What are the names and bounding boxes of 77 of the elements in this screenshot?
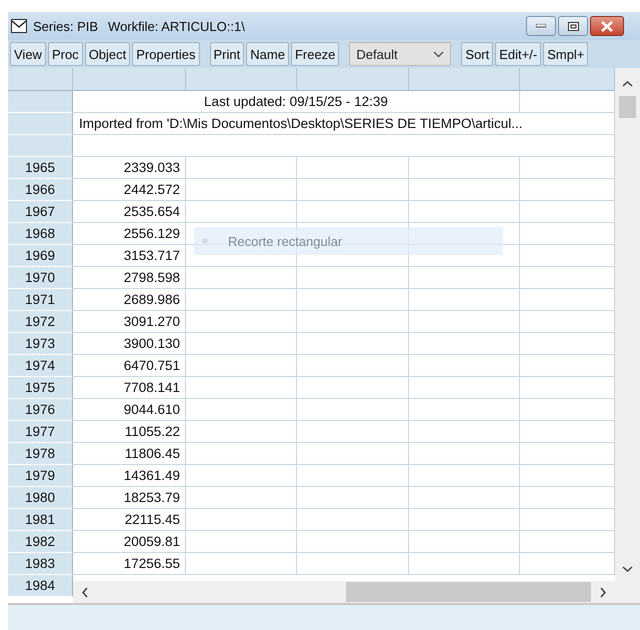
row-header[interactable] — [8, 113, 73, 135]
row-header[interactable]: 1972 — [8, 311, 73, 333]
toolbar-button[interactable]: Proc — [48, 42, 83, 66]
minimize-icon — [536, 24, 546, 28]
row-header[interactable]: 1975 — [8, 377, 73, 399]
scroll-left-icon[interactable] — [81, 586, 89, 598]
maximize-icon — [568, 22, 578, 30]
row-header[interactable]: 1968 — [8, 223, 73, 245]
table-cell: 18253.79 — [73, 487, 186, 509]
table-cell: 3091.270 — [73, 311, 186, 333]
view-dropdown[interactable]: Default — [349, 42, 452, 66]
row-header[interactable]: 1970 — [8, 267, 73, 289]
column-header[interactable] — [73, 68, 186, 91]
table-cell: 2535.654 — [73, 201, 186, 223]
row-header[interactable] — [8, 91, 73, 113]
table-cell: 2442.572 — [73, 179, 186, 201]
toolbar-button[interactable]: View — [10, 42, 46, 66]
row-header[interactable] — [8, 135, 73, 157]
row-header[interactable]: 1976 — [8, 399, 73, 421]
toolbar-button[interactable]: Name — [246, 42, 289, 66]
toolbar-button[interactable]: Sort — [461, 42, 494, 66]
close-icon — [601, 20, 613, 32]
table-cell: 14361.49 — [73, 465, 186, 487]
toolbar-button[interactable]: Object — [84, 42, 130, 66]
column-header[interactable] — [409, 68, 520, 91]
column-header[interactable] — [520, 68, 615, 91]
table-cell: 17256.55 — [73, 553, 186, 575]
row-header[interactable]: 1967 — [8, 201, 73, 223]
source-cell: Imported from 'D:\Mis Documentos\Desktop\SERIES DE TIEMPO\articul... — [73, 113, 615, 135]
table-cell: 2689.986 — [73, 289, 186, 311]
table-cell: 2339.033 — [73, 157, 186, 179]
table-cell: 2798.598 — [73, 267, 186, 289]
table-cell: 6470.751 — [73, 355, 186, 377]
table-cell: 3153.717 — [73, 245, 186, 267]
table-cell: 7708.141 — [73, 377, 186, 399]
table-cell: 11806.45 — [73, 443, 186, 465]
row-header[interactable]: 1984 — [8, 575, 73, 597]
close-button[interactable] — [590, 16, 624, 36]
row-header[interactable]: 1979 — [8, 465, 73, 487]
table-cell: 22115.45 — [73, 509, 186, 531]
row-header[interactable]: 1973 — [8, 333, 73, 355]
row-header[interactable]: 1983 — [8, 553, 73, 575]
column-header[interactable] — [186, 68, 297, 91]
workfile-title: Workfile: ARTICULO::1\ — [108, 18, 245, 34]
row-header[interactable]: 1977 — [8, 421, 73, 443]
scrollbar-thumb[interactable] — [346, 582, 591, 602]
maximize-button[interactable] — [558, 16, 588, 36]
row-header[interactable]: 1969 — [8, 245, 73, 267]
table-cell: 11055.22 — [73, 421, 186, 443]
row-header[interactable]: 1971 — [8, 289, 73, 311]
row-header[interactable]: 1966 — [8, 179, 73, 201]
toolbar-button[interactable]: Smpl+ — [543, 42, 588, 66]
chevron-icon — [433, 50, 444, 58]
row-header[interactable]: 1965 — [8, 157, 73, 179]
table-cell: 3900.130 — [73, 333, 186, 355]
table-cell: 20059.81 — [73, 531, 186, 553]
toolbar-button[interactable]: Print — [210, 42, 244, 66]
toolbar-button[interactable]: Properties — [132, 42, 200, 66]
column-header[interactable] — [8, 68, 73, 91]
minimize-button[interactable] — [526, 16, 556, 36]
row-header[interactable]: 1974 — [8, 355, 73, 377]
row-header[interactable]: 1981 — [8, 509, 73, 531]
row-header[interactable]: 1982 — [8, 531, 73, 553]
table-cell: 9044.610 — [73, 399, 186, 421]
row-header[interactable]: 1980 — [8, 487, 73, 509]
window-title: Series: PIB — [33, 18, 98, 34]
last-updated-cell: Last updated: 09/15/25 - 12:39 — [73, 91, 520, 113]
table-cell: 2556.129 — [73, 223, 186, 245]
toolbar-button[interactable]: Freeze — [290, 42, 340, 66]
scroll-up-icon[interactable] — [622, 80, 633, 88]
row-header[interactable]: 1978 — [8, 443, 73, 465]
column-header[interactable] — [297, 68, 409, 91]
snip-tooltip: Recorte rectangular — [194, 227, 503, 255]
scrollbar-thumb[interactable] — [619, 96, 636, 118]
scroll-down-icon[interactable] — [622, 565, 633, 573]
scroll-right-icon[interactable] — [599, 586, 607, 598]
toolbar-button[interactable]: Edit+/- — [495, 42, 542, 66]
